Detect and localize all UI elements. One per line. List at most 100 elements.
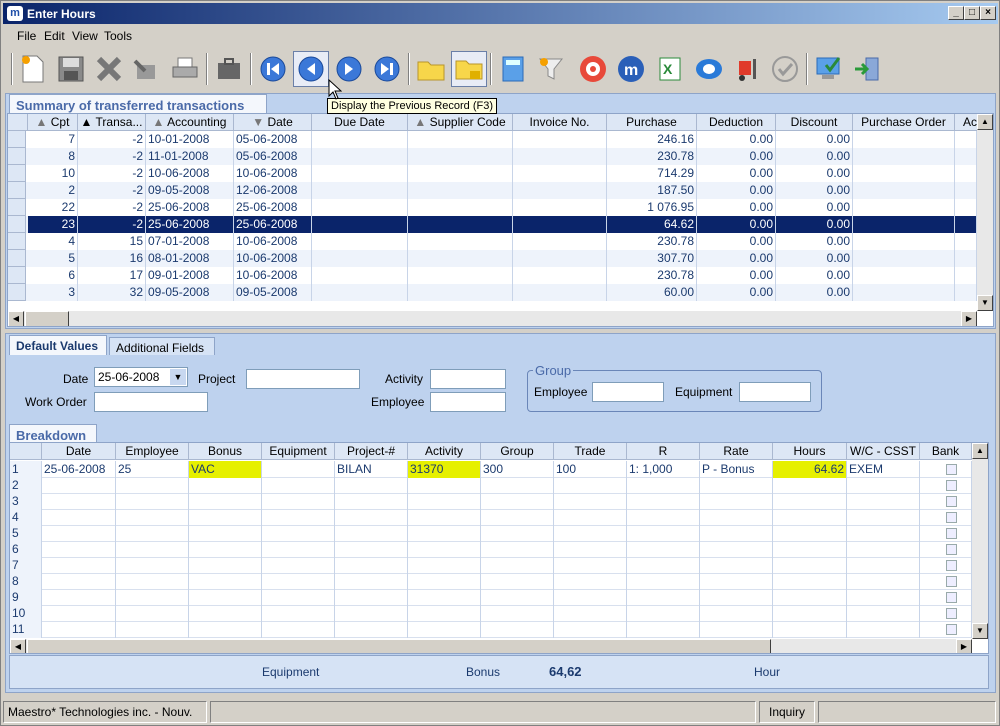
sync-icon[interactable] <box>691 51 727 87</box>
cell-po[interactable] <box>853 284 955 301</box>
table-row[interactable]: 1 25-06-2008 25 VAC BILAN 31370 300 100 1: 1,000… <box>10 461 988 478</box>
cell-discount[interactable]: 0.00 <box>776 216 853 233</box>
cell-wc[interactable] <box>847 573 920 590</box>
cell-sup[interactable] <box>408 165 513 182</box>
cell-rate[interactable] <box>700 557 773 574</box>
cell-wc[interactable] <box>847 589 920 606</box>
activity-field[interactable] <box>430 369 506 389</box>
cell-wc[interactable] <box>847 541 920 558</box>
summary-vertical-scrollbar[interactable]: ▲ ▼ <box>977 114 993 311</box>
cell-trans[interactable]: -2 <box>78 199 146 216</box>
cell-acct[interactable]: 07-01-2008 <box>146 233 234 250</box>
cell-date[interactable]: 25-06-2008 <box>234 216 312 233</box>
cell-sup[interactable] <box>408 250 513 267</box>
target-icon[interactable] <box>575 51 611 87</box>
date-field[interactable]: 25-06-2008 ▼ <box>94 367 188 387</box>
cell-cpt[interactable]: 6 <box>28 267 78 284</box>
cell-activity[interactable] <box>408 557 481 574</box>
cell-activity[interactable] <box>408 509 481 526</box>
table-row[interactable]: 8 -2 11-01-2008 05-06-2008 230.78 0.00 0.00 <box>8 148 993 165</box>
cell-hours[interactable]: 64.62 <box>773 461 847 478</box>
chevron-down-icon[interactable]: ▼ <box>170 369 186 385</box>
cell-ac[interactable] <box>955 182 977 199</box>
cell-discount[interactable]: 0.00 <box>776 267 853 284</box>
cell-employee[interactable] <box>116 605 189 622</box>
cell-project[interactable] <box>335 573 408 590</box>
table-row[interactable]: 10 <box>10 605 988 622</box>
cell-trans[interactable]: -2 <box>78 131 146 148</box>
scroll-down-button[interactable]: ▼ <box>977 295 993 311</box>
table-row[interactable]: 3 <box>10 493 988 510</box>
cell-ac[interactable] <box>955 250 977 267</box>
cell-hours[interactable] <box>773 589 847 606</box>
cell-r[interactable] <box>627 621 700 638</box>
cell-trans[interactable]: -2 <box>78 216 146 233</box>
cell-cpt[interactable]: 8 <box>28 148 78 165</box>
summary-horizontal-scrollbar[interactable]: ◀ ▶ <box>8 311 977 326</box>
tab-additional-fields[interactable]: Additional Fields <box>109 337 215 357</box>
cell-discount[interactable]: 0.00 <box>776 148 853 165</box>
cell-inv[interactable] <box>513 131 607 148</box>
column-header-r[interactable]: R <box>627 443 700 460</box>
table-row[interactable]: 4 15 07-01-2008 10-06-2008 230.78 0.00 0.00 <box>8 233 993 250</box>
cell-trade[interactable] <box>554 605 627 622</box>
cell-trans[interactable]: -2 <box>78 182 146 199</box>
row-header[interactable] <box>8 148 26 165</box>
cell-employee[interactable]: 25 <box>116 461 189 478</box>
cell-wc[interactable] <box>847 605 920 622</box>
cell-trans[interactable]: 16 <box>78 250 146 267</box>
cell-due[interactable] <box>312 199 408 216</box>
cell-deduction[interactable]: 0.00 <box>697 148 776 165</box>
cell-hours[interactable] <box>773 525 847 542</box>
group-equipment-field[interactable] <box>739 382 811 402</box>
cell-trade[interactable] <box>554 525 627 542</box>
bank-checkbox[interactable] <box>946 496 957 507</box>
row-header[interactable] <box>8 233 26 250</box>
cell-date[interactable] <box>42 525 116 542</box>
cell-rate[interactable] <box>700 541 773 558</box>
cell-rate[interactable] <box>700 621 773 638</box>
cell-equipment[interactable] <box>262 461 335 478</box>
cell-project[interactable] <box>335 589 408 606</box>
lock-folder-icon[interactable] <box>451 51 487 87</box>
column-header-ac[interactable]: Ac <box>955 114 979 131</box>
cell-bonus[interactable] <box>189 589 262 606</box>
column-header-hours[interactable]: Hours <box>773 443 847 460</box>
column-header-purchase[interactable]: Purchase <box>607 114 697 131</box>
cell-inv[interactable] <box>513 165 607 182</box>
cell-project[interactable] <box>335 557 408 574</box>
cell-discount[interactable]: 0.00 <box>776 182 853 199</box>
scroll-right-button[interactable]: ▶ <box>956 639 972 653</box>
cell-project[interactable] <box>335 509 408 526</box>
cell-r[interactable] <box>627 525 700 542</box>
menu-view[interactable]: View <box>72 29 98 43</box>
cell-employee[interactable] <box>116 525 189 542</box>
cell-hours[interactable] <box>773 605 847 622</box>
cell-trans[interactable]: 15 <box>78 233 146 250</box>
column-header-invoice-no[interactable]: Invoice No. <box>513 114 607 131</box>
delete-icon[interactable] <box>91 51 127 87</box>
cell-activity[interactable] <box>408 525 481 542</box>
cell-group[interactable] <box>481 557 554 574</box>
cell-bank[interactable] <box>920 493 972 510</box>
tools-icon[interactable] <box>127 51 163 87</box>
cell-ac[interactable] <box>955 233 977 250</box>
cell-acct[interactable]: 09-05-2008 <box>146 182 234 199</box>
cell-bank[interactable] <box>920 477 972 494</box>
column-header-project[interactable]: Project-# <box>335 443 408 460</box>
cell-equipment[interactable] <box>262 605 335 622</box>
cell-due[interactable] <box>312 250 408 267</box>
cell-date[interactable]: 12-06-2008 <box>234 182 312 199</box>
column-header-accounting[interactable]: ▲ Accounting <box>146 114 234 131</box>
cell-r[interactable] <box>627 493 700 510</box>
cell-discount[interactable]: 0.00 <box>776 131 853 148</box>
cell-acct[interactable]: 10-01-2008 <box>146 131 234 148</box>
tab-breakdown[interactable]: Breakdown <box>9 424 97 444</box>
cell-bank[interactable] <box>920 461 972 478</box>
cell-po[interactable] <box>853 182 955 199</box>
cell-bonus[interactable] <box>189 493 262 510</box>
cell-date[interactable]: 25-06-2008 <box>42 461 116 478</box>
exit-icon[interactable] <box>849 51 885 87</box>
cell-trade[interactable] <box>554 477 627 494</box>
cell-date[interactable] <box>42 605 116 622</box>
